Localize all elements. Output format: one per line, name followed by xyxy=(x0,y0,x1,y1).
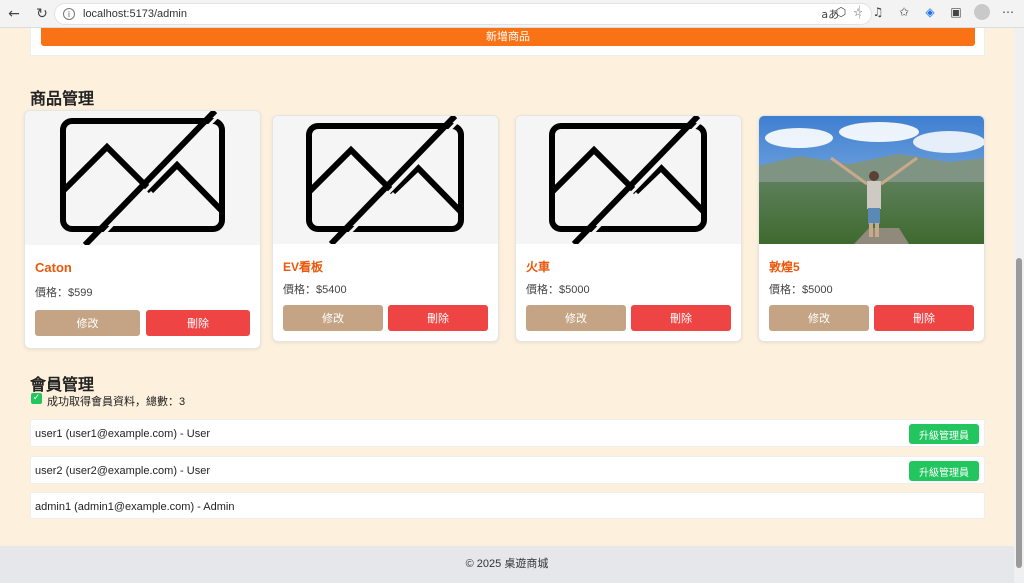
scrollbar-thumb[interactable] xyxy=(1016,258,1022,568)
delete-product-button[interactable]: 刪除 xyxy=(631,305,731,331)
more-menu-icon[interactable]: ⋯ xyxy=(1000,4,1016,20)
edit-product-button[interactable]: 修改 xyxy=(35,310,140,336)
product-card: 敦煌5 價格：$5000 修改 刪除 xyxy=(758,115,985,342)
edit-product-button[interactable]: 修改 xyxy=(526,305,626,331)
promote-admin-button[interactable]: 升級管理員 xyxy=(909,461,979,481)
toolbar-divider xyxy=(859,5,860,19)
browser-toolbar: ← ↻ i localhost:5173/admin aあ ☆ ⬡ ♫ ✩ ◈ … xyxy=(0,0,1024,28)
product-price: 價格：$5000 xyxy=(769,284,833,296)
member-row: admin1 (admin1@example.com) - Admin xyxy=(30,492,985,519)
check-icon: ✓ xyxy=(31,393,42,404)
product-image xyxy=(516,116,741,244)
translate-icon[interactable]: ♫ xyxy=(870,4,886,20)
members-section-title: 會員管理 xyxy=(30,377,95,394)
broken-image-icon xyxy=(60,111,225,245)
delete-product-button[interactable]: 刪除 xyxy=(874,305,974,331)
page-scrollbar[interactable] xyxy=(1014,28,1024,583)
product-price: 價格：$5400 xyxy=(283,284,347,296)
reload-icon[interactable]: ↻ xyxy=(32,4,52,24)
delete-product-button[interactable]: 刪除 xyxy=(388,305,488,331)
product-image xyxy=(25,111,260,245)
status-message: 成功取得會員資料，總數：3 xyxy=(47,396,186,408)
add-product-button[interactable]: 新增商品 xyxy=(41,28,975,46)
broken-image-icon xyxy=(549,116,708,244)
favorites-icon[interactable]: ✩ xyxy=(896,4,912,20)
product-card: 火車 價格：$5000 修改 刪除 xyxy=(515,115,742,342)
product-price: 價格：$599 xyxy=(35,287,93,299)
edit-product-button[interactable]: 修改 xyxy=(769,305,869,331)
profile-avatar[interactable] xyxy=(974,4,990,20)
edge-icon[interactable]: ◈ xyxy=(922,4,938,20)
collections-icon[interactable]: ▣ xyxy=(948,4,964,20)
broken-image-icon xyxy=(306,116,465,244)
edit-product-button[interactable]: 修改 xyxy=(283,305,383,331)
product-name: Caton xyxy=(35,260,72,275)
delete-product-button[interactable]: 刪除 xyxy=(146,310,250,336)
member-info: admin1 (admin1@example.com) - Admin xyxy=(35,501,235,513)
member-info: user1 (user1@example.com) - User xyxy=(35,428,210,440)
promote-admin-button[interactable]: 升級管理員 xyxy=(909,424,979,444)
address-bar[interactable]: i localhost:5173/admin aあ ☆ xyxy=(54,3,872,25)
url-text: localhost:5173/admin xyxy=(83,8,187,20)
member-row: user1 (user1@example.com) - User 升級管理員 xyxy=(30,419,985,447)
extensions-icon[interactable]: ⬡ xyxy=(833,4,849,20)
product-card: Caton 價格：$599 修改 刪除 xyxy=(24,110,261,349)
site-info-icon[interactable]: i xyxy=(63,8,75,20)
product-price: 價格：$5000 xyxy=(526,284,590,296)
member-info: user2 (user2@example.com) - User xyxy=(35,465,210,477)
product-image xyxy=(759,116,984,244)
product-name: 火車 xyxy=(526,260,551,274)
product-name: EV看板 xyxy=(283,260,324,274)
member-row: user2 (user2@example.com) - User 升級管理員 xyxy=(30,456,985,484)
back-arrow-icon[interactable]: ← xyxy=(4,4,24,24)
page-footer: © 2025 桌遊商城 xyxy=(0,546,1014,583)
landscape-photo xyxy=(759,116,984,244)
add-product-panel: 新增商品 xyxy=(30,28,985,56)
product-image xyxy=(273,116,498,244)
product-card: EV看板 價格：$5400 修改 刪除 xyxy=(272,115,499,342)
product-name: 敦煌5 xyxy=(769,260,800,274)
products-section-title: 商品管理 xyxy=(30,91,95,108)
